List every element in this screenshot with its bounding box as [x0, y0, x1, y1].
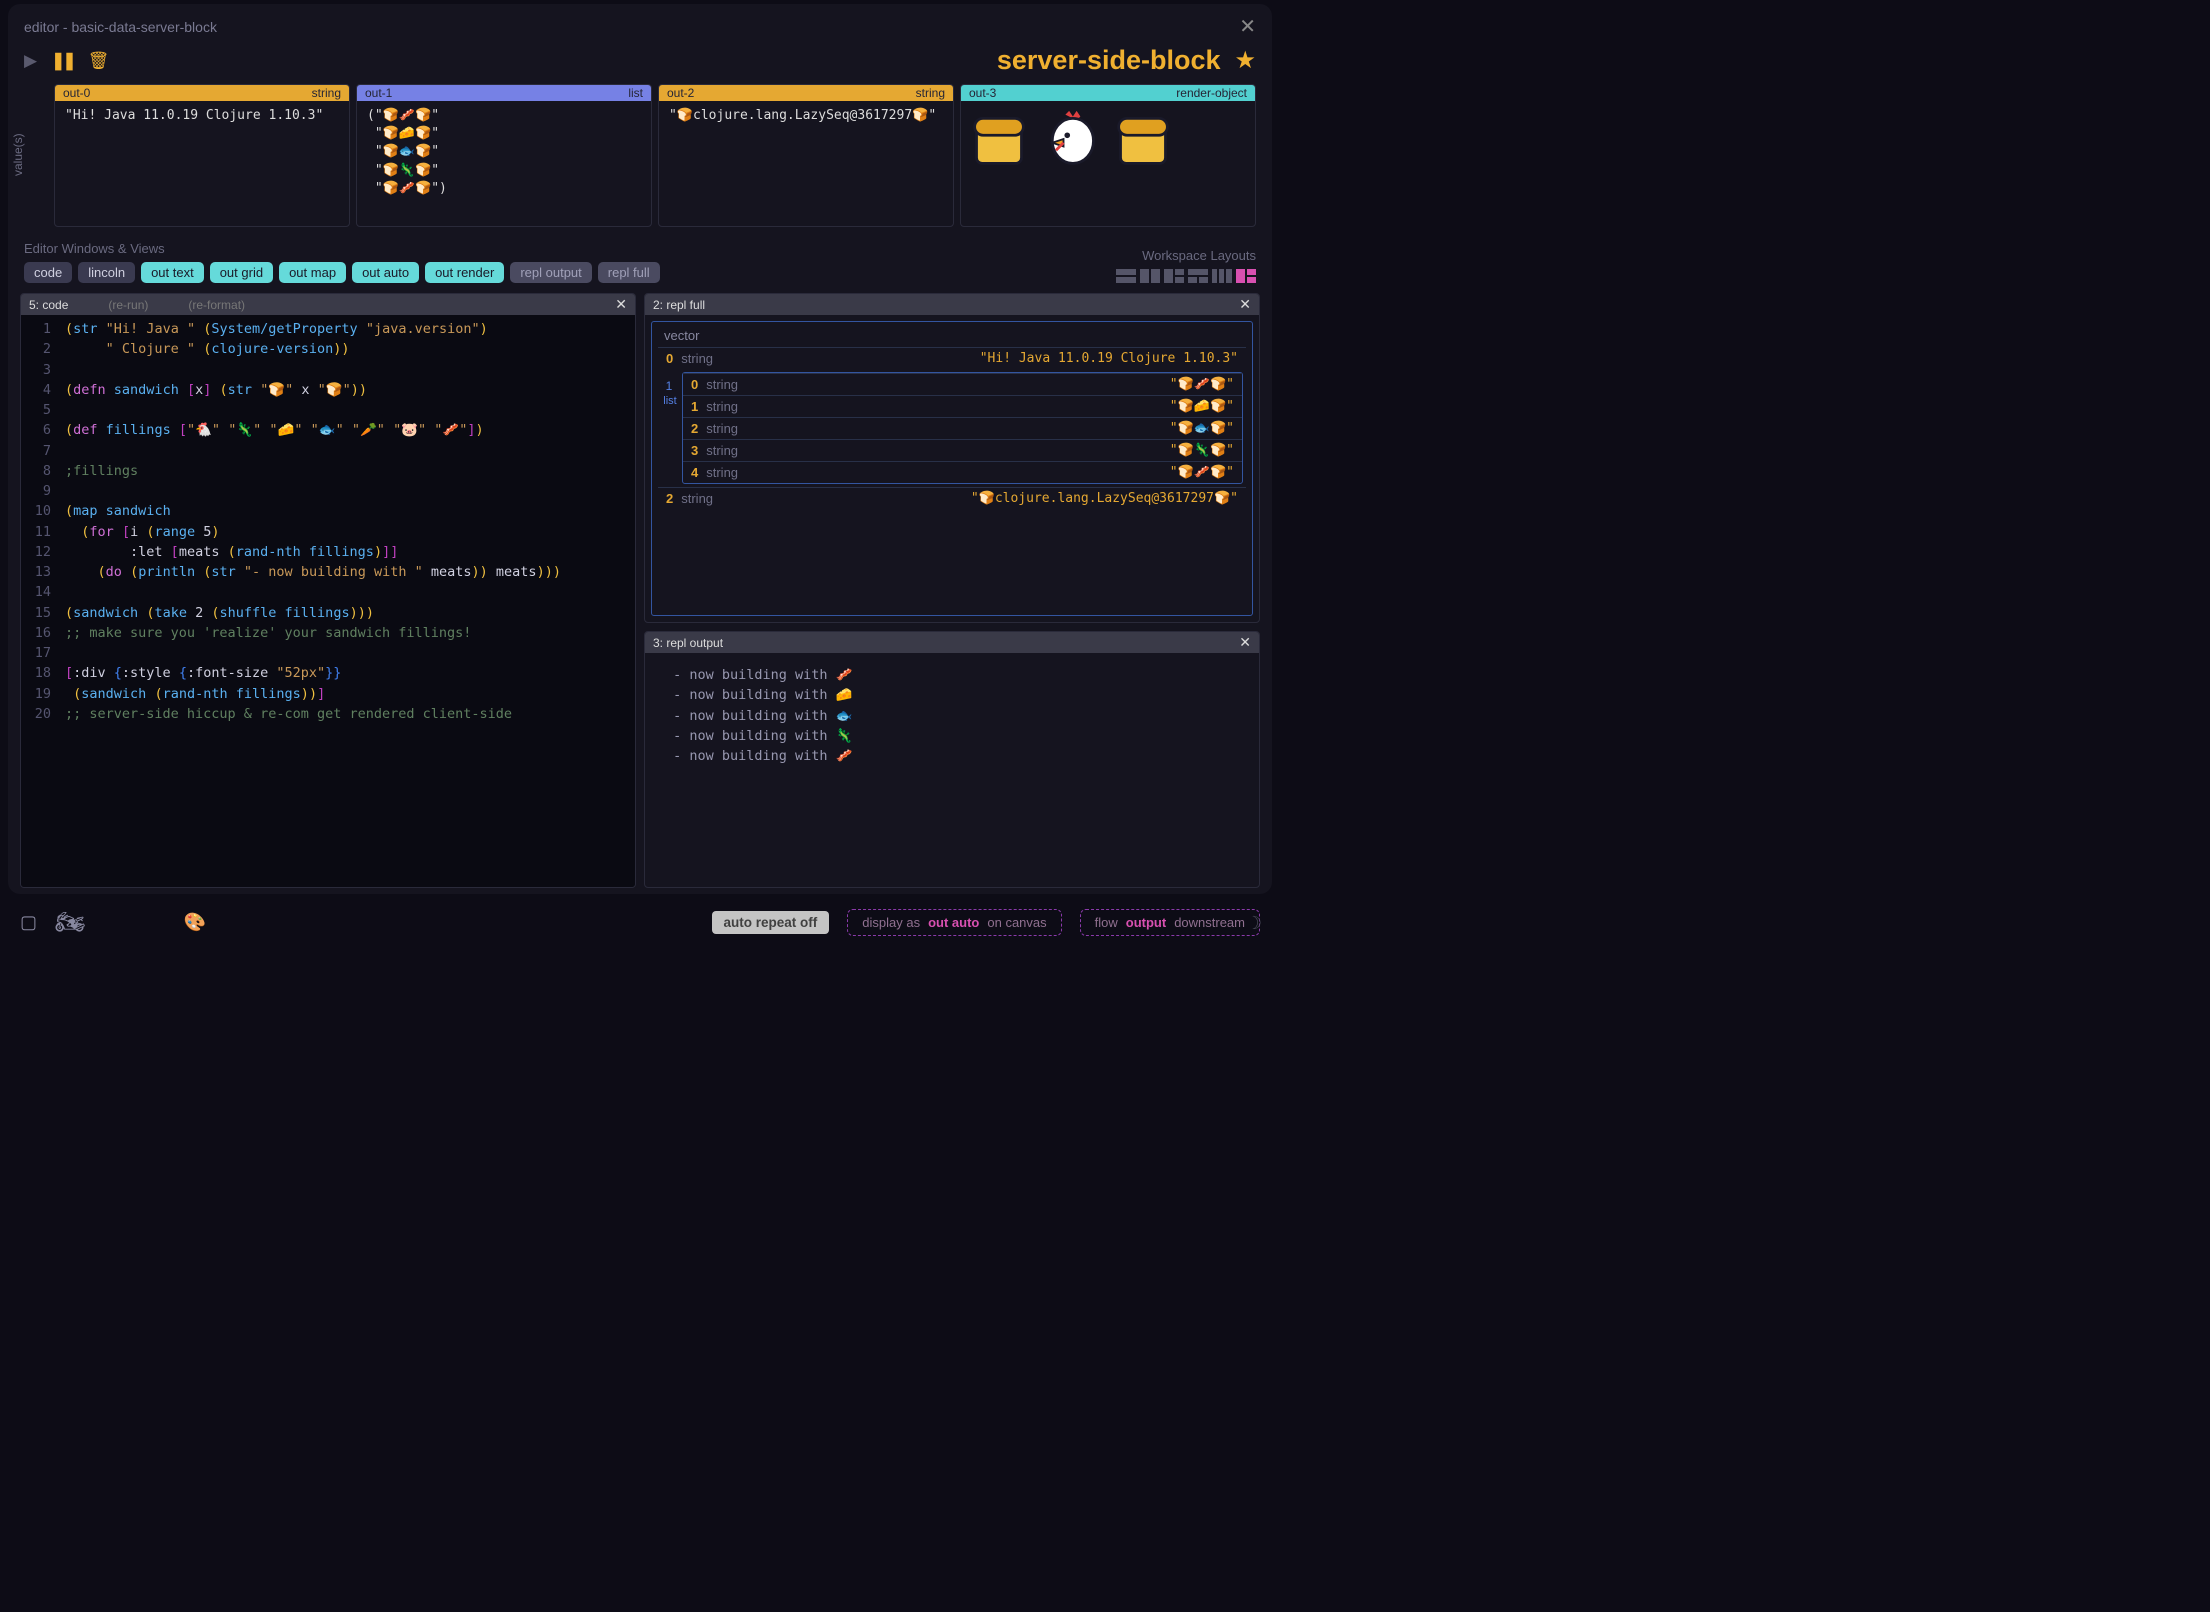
- pause-button[interactable]: ❚❚: [51, 51, 74, 71]
- out-1-panel[interactable]: out-1list ("🍞🥓🍞" "🍞🧀🍞" "🍞🐟🍞" "🍞🦎🍞" "🍞🥓🍞"…: [356, 84, 652, 227]
- code-panel-title: 5: code: [29, 298, 68, 312]
- workspace-label: Workspace Layouts: [1116, 248, 1256, 263]
- close-repl-output[interactable]: ✕: [1239, 634, 1251, 651]
- chicken-icon: [1041, 109, 1101, 169]
- layout-4-icon[interactable]: [1188, 269, 1208, 283]
- window-titlebar: editor - basic-data-server-block ✕: [20, 12, 1260, 45]
- tab-out-grid[interactable]: out grid: [210, 262, 273, 283]
- tab-repl-output[interactable]: repl output: [510, 262, 591, 283]
- out-1-body: ("🍞🥓🍞" "🍞🧀🍞" "🍞🐟🍞" "🍞🦎🍞" "🍞🥓🍞"): [357, 101, 651, 226]
- close-code-panel[interactable]: ✕: [615, 296, 627, 313]
- out-3-panel[interactable]: out-3render-object: [960, 84, 1256, 227]
- display-mode-box[interactable]: display asout autoon canvas: [847, 909, 1061, 936]
- moon-icon[interactable]: ☽: [1246, 913, 1262, 934]
- layout-1-icon[interactable]: [1116, 269, 1136, 283]
- layout-6-icon[interactable]: [1236, 269, 1256, 283]
- layout-2-icon[interactable]: [1140, 269, 1160, 283]
- tab-lincoln[interactable]: lincoln: [78, 262, 135, 283]
- repl-output-panel: 3: repl output ✕ - now building with 🥓 -…: [644, 631, 1260, 888]
- reformat-button[interactable]: (re-format): [188, 298, 245, 312]
- code-panel: 5: code (re-run) (re-format) ✕ 1(str "Hi…: [20, 293, 636, 888]
- tab-out-render[interactable]: out render: [425, 262, 504, 283]
- star-icon[interactable]: ★: [1234, 46, 1256, 75]
- out-0-body: "Hi! Java 11.0.19 Clojure 1.10.3": [55, 101, 349, 226]
- output-row: out-0string "Hi! Java 11.0.19 Clojure 1.…: [20, 80, 1260, 235]
- repl-full-panel: 2: repl full ✕ vector 0string"Hi! Java 1…: [644, 293, 1260, 623]
- tab-code[interactable]: code: [24, 262, 72, 283]
- tab-out-text[interactable]: out text: [141, 262, 204, 283]
- bread-icon: [1113, 109, 1173, 169]
- layout-icons: [1116, 269, 1256, 283]
- tab-repl-full[interactable]: repl full: [598, 262, 660, 283]
- tab-out-map[interactable]: out map: [279, 262, 346, 283]
- layout-3-icon[interactable]: [1164, 269, 1184, 283]
- out-0-panel[interactable]: out-0string "Hi! Java 11.0.19 Clojure 1.…: [54, 84, 350, 227]
- palette-icon[interactable]: 🎨: [183, 912, 205, 933]
- trash-button[interactable]: 🗑: [88, 51, 110, 71]
- repl-output-body: - now building with 🥓 - now building wit…: [645, 653, 1259, 887]
- editor-window: editor - basic-data-server-block ✕ ▶ ❚❚ …: [8, 4, 1272, 894]
- tab-out-auto[interactable]: out auto: [352, 262, 419, 283]
- repl-full-title: 2: repl full: [653, 298, 705, 312]
- motorcycle-icon[interactable]: 🏍: [55, 908, 85, 937]
- out-3-render: [961, 101, 1255, 177]
- layout-5-icon[interactable]: [1212, 269, 1232, 283]
- play-button[interactable]: ▶: [24, 51, 37, 71]
- out-2-body: "🍞clojure.lang.LazySeq@3617297🍞": [659, 101, 953, 226]
- bread-icon: [969, 109, 1029, 169]
- view-tabs: code lincoln out text out grid out map out au…: [24, 262, 660, 283]
- repl-full-body[interactable]: vector 0string"Hi! Java 11.0.19 Clojure …: [651, 321, 1253, 616]
- repl-output-title: 3: repl output: [653, 636, 723, 650]
- editor-section-label: Editor Windows & Views: [24, 241, 660, 256]
- close-window-button[interactable]: ✕: [1239, 14, 1256, 39]
- flow-mode-box[interactable]: flowoutputdownstream: [1080, 909, 1260, 936]
- auto-repeat-button[interactable]: auto repeat off: [712, 911, 830, 934]
- values-label: value(s): [11, 133, 25, 176]
- code-editor[interactable]: 1(str "Hi! Java " (System/getProperty "j…: [21, 315, 635, 887]
- breadcrumb: editor - basic-data-server-block: [24, 19, 217, 35]
- footer: ▢ 🏍 🎨 auto repeat off display asout auto…: [0, 900, 1280, 944]
- close-repl-full[interactable]: ✕: [1239, 296, 1251, 313]
- toolbar: ▶ ❚❚ 🗑 server-side-block ★: [20, 45, 1260, 80]
- rerun-button[interactable]: (re-run): [108, 298, 148, 312]
- page-title: server-side-block: [997, 45, 1221, 76]
- terminal-icon[interactable]: ▢: [20, 912, 37, 933]
- out-2-panel[interactable]: out-2string "🍞clojure.lang.LazySeq@36172…: [658, 84, 954, 227]
